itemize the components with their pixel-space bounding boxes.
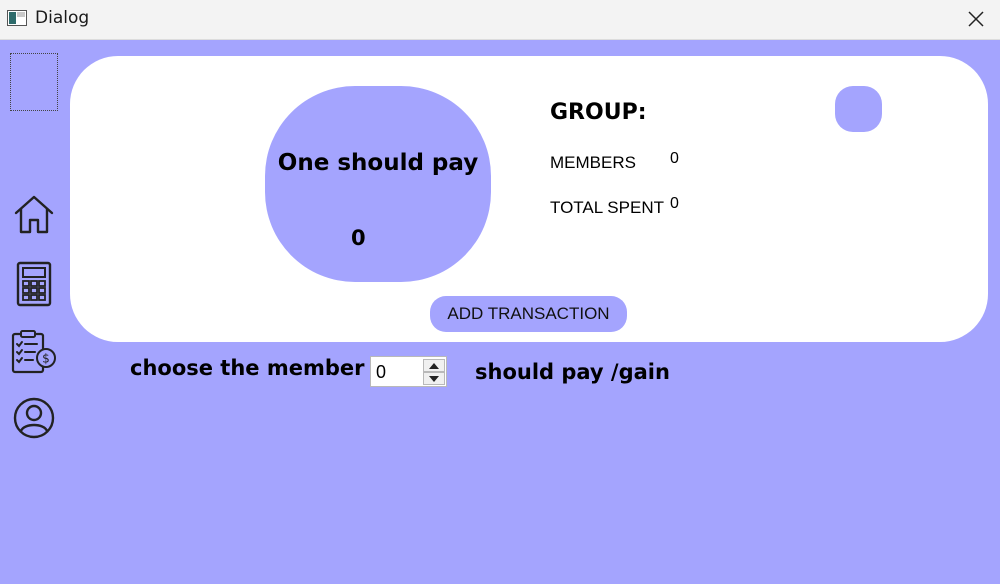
app-icon <box>7 10 27 26</box>
pay-value: 0 <box>351 226 366 250</box>
nav-calculator[interactable] <box>10 260 58 308</box>
close-icon <box>968 11 984 27</box>
home-icon <box>14 195 54 234</box>
pay-gain-label: should pay /gain <box>475 360 670 384</box>
arrow-up-icon <box>429 362 439 369</box>
pay-label: One should pay <box>277 150 479 176</box>
total-spent-value: 0 <box>670 195 679 212</box>
clipboard-money-icon: $ <box>11 330 56 374</box>
group-summary-card: One should pay 0 GROUP: MEMBERS 0 TOTAL … <box>70 56 988 342</box>
group-title: GROUP: <box>550 100 647 125</box>
user-icon <box>13 397 55 439</box>
svg-text:$: $ <box>42 352 50 366</box>
nav-home[interactable] <box>10 190 58 238</box>
calculator-icon <box>16 261 52 307</box>
close-button[interactable] <box>960 4 992 34</box>
member-spinbox[interactable] <box>370 356 447 387</box>
spin-up-button[interactable] <box>423 359 445 372</box>
spin-down-button[interactable] <box>423 372 445 385</box>
group-avatar[interactable] <box>835 86 882 132</box>
arrow-down-icon <box>429 375 439 382</box>
add-transaction-button[interactable]: ADD TRANSACTION <box>430 296 627 332</box>
members-label: MEMBERS <box>550 153 636 172</box>
member-input[interactable] <box>373 360 421 384</box>
choose-member-label: choose the member <box>130 356 365 380</box>
members-value: 0 <box>670 150 679 167</box>
logo-placeholder <box>10 53 58 111</box>
nav-profile[interactable] <box>10 394 58 442</box>
total-spent-label: TOTAL SPENT <box>550 198 664 217</box>
nav-transactions[interactable]: $ <box>10 328 58 376</box>
title-bar: Dialog <box>0 0 1000 40</box>
window-title: Dialog <box>35 8 90 28</box>
pay-summary: One should pay 0 <box>265 86 491 282</box>
